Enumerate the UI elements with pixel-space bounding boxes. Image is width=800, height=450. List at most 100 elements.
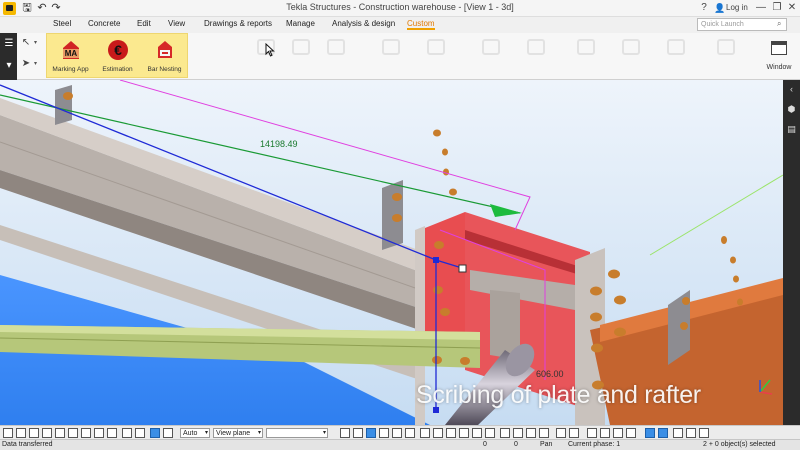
list-icon[interactable]: ▤	[786, 124, 797, 135]
search-icon: ⌕	[777, 19, 782, 28]
chevron-left-icon[interactable]: ‹	[786, 84, 797, 95]
handle-point[interactable]	[433, 257, 439, 263]
tool-icon	[482, 39, 500, 55]
snap-extension-icon[interactable]	[472, 428, 482, 438]
snap-mid-icon[interactable]	[392, 428, 402, 438]
expand-icon[interactable]: ▾	[3, 60, 15, 72]
relative-coord-icon[interactable]	[569, 428, 579, 438]
status-bar: Data transferred 0 0 Pan Current phase: …	[0, 439, 800, 450]
ribbon-tabs: Steel Concrete Edit View Drawings & repo…	[0, 17, 800, 33]
tool-icon	[382, 39, 400, 55]
filter-icon[interactable]	[699, 428, 709, 438]
tab-view[interactable]: View	[168, 19, 185, 28]
status-mode: Pan	[540, 441, 553, 448]
model-scene[interactable]	[0, 80, 783, 425]
marking-app-icon: MA	[61, 41, 81, 59]
side-pane: ‹ ⬢ ▤	[783, 80, 800, 425]
tekla-window: 🖫 ↶ ↷ Tekla Structures - Construction wa…	[0, 0, 800, 450]
tab-edit[interactable]: Edit	[137, 19, 151, 28]
snap-line-icon[interactable]	[433, 428, 443, 438]
handle-point-selected[interactable]	[458, 264, 467, 273]
cube-icon[interactable]: ⬢	[786, 104, 797, 115]
left-tool-strip: ☰ ▾	[0, 33, 17, 80]
chevron-down-icon[interactable]: ▾	[34, 60, 37, 67]
select-parts-icon[interactable]	[16, 428, 26, 438]
snap-toggle-icon[interactable]	[150, 428, 160, 438]
numbering-icon[interactable]	[673, 428, 683, 438]
snap-filter-select[interactable]	[266, 428, 328, 438]
stiffener-plate[interactable]	[55, 85, 72, 125]
snap-ref-icon[interactable]	[353, 428, 363, 438]
snap-mode-select[interactable]: Auto	[180, 428, 210, 438]
login-link[interactable]: Log in	[726, 0, 752, 16]
select-objects-icon[interactable]	[122, 428, 132, 438]
close-button[interactable]: ✕	[785, 0, 799, 16]
bar-nesting-label: Bar Nesting	[147, 66, 182, 73]
snap-free-icon[interactable]	[459, 428, 469, 438]
tab-drawings-reports[interactable]: Drawings & reports	[204, 19, 272, 28]
snap-arc-icon[interactable]	[500, 428, 510, 438]
snap-nearest-icon[interactable]	[446, 428, 456, 438]
model-view-3d[interactable]: 14198.49 606.00 Scribing of plate and ra…	[0, 80, 783, 425]
tab-analysis-design[interactable]: Analysis & design	[332, 19, 395, 28]
clash-check-icon[interactable]	[645, 428, 655, 438]
snap-perp-icon[interactable]	[420, 428, 430, 438]
tool-icon	[577, 39, 595, 55]
snap-geometry-icon[interactable]	[366, 428, 376, 438]
estimation-button[interactable]: € Estimation	[95, 36, 140, 78]
snap-override-icon[interactable]	[163, 428, 173, 438]
dimension-label-main: 14198.49	[260, 139, 298, 149]
custom-tools-group: MA Marking App € Estimation Bar Nesting	[46, 33, 188, 78]
help-button[interactable]: ?	[698, 0, 710, 16]
quick-launch-input[interactable]: Quick Launch	[697, 18, 787, 31]
snap-intersect-icon[interactable]	[405, 428, 415, 438]
phase-icon[interactable]	[686, 428, 696, 438]
ortho-icon[interactable]	[556, 428, 566, 438]
status-message: Data transferred	[2, 441, 53, 448]
title-bar: 🖫 ↶ ↷ Tekla Structures - Construction wa…	[0, 0, 800, 17]
tab-custom[interactable]: Custom	[407, 19, 435, 30]
tab-steel[interactable]: Steel	[53, 19, 71, 28]
status-ok-icon[interactable]	[658, 428, 668, 438]
selection-toolbar: Auto View plane	[0, 425, 800, 439]
user-icon[interactable]: 👤	[714, 0, 725, 16]
view-zoom-icon[interactable]	[613, 428, 623, 438]
tool-icon	[717, 39, 735, 55]
pointer-icon[interactable]: ➤	[20, 58, 32, 70]
status-coord-x: 0	[483, 441, 487, 448]
tool-icon	[292, 39, 310, 55]
pick-arrow-icon[interactable]: ↖	[20, 37, 32, 49]
plane-select[interactable]: View plane	[213, 428, 263, 438]
snap-center-icon[interactable]	[485, 428, 495, 438]
window-label: Window	[766, 64, 792, 71]
select-cuts-icon[interactable]	[94, 428, 104, 438]
select-points-icon[interactable]	[42, 428, 52, 438]
menu-icon[interactable]: ☰	[3, 38, 15, 50]
snap-end-icon[interactable]	[379, 428, 389, 438]
marking-app-button[interactable]: MA Marking App	[48, 36, 93, 78]
tab-concrete[interactable]: Concrete	[88, 19, 120, 28]
snap-any-icon[interactable]	[539, 428, 549, 438]
select-bolts-icon[interactable]	[68, 428, 78, 438]
select-grids-icon[interactable]	[81, 428, 91, 438]
minimize-button[interactable]: —	[754, 0, 768, 16]
select-welds-icon[interactable]	[55, 428, 65, 438]
tool-icon	[622, 39, 640, 55]
select-all-icon[interactable]	[3, 428, 13, 438]
ribbon-inactive-tools	[247, 33, 767, 80]
ribbon: ↖ ➤ ▾ ▾ MA Marking App € Estimation Bar …	[17, 33, 800, 80]
select-assemblies-icon[interactable]	[107, 428, 117, 438]
bar-nesting-button[interactable]: Bar Nesting	[142, 36, 187, 78]
tab-manage[interactable]: Manage	[286, 19, 315, 28]
select-surface-icon[interactable]	[29, 428, 39, 438]
chevron-down-icon[interactable]: ▾	[34, 39, 37, 46]
restore-button[interactable]: ❐	[770, 0, 784, 16]
view-rotate-icon[interactable]	[600, 428, 610, 438]
window-button[interactable]: Window	[762, 37, 796, 77]
select-components-icon[interactable]	[135, 428, 145, 438]
measure-icon[interactable]	[587, 428, 597, 438]
snap-points-icon[interactable]	[513, 428, 523, 438]
snap-grid-icon[interactable]	[526, 428, 536, 438]
cursor-snap-icon[interactable]	[340, 428, 350, 438]
view-pan-icon[interactable]	[626, 428, 636, 438]
